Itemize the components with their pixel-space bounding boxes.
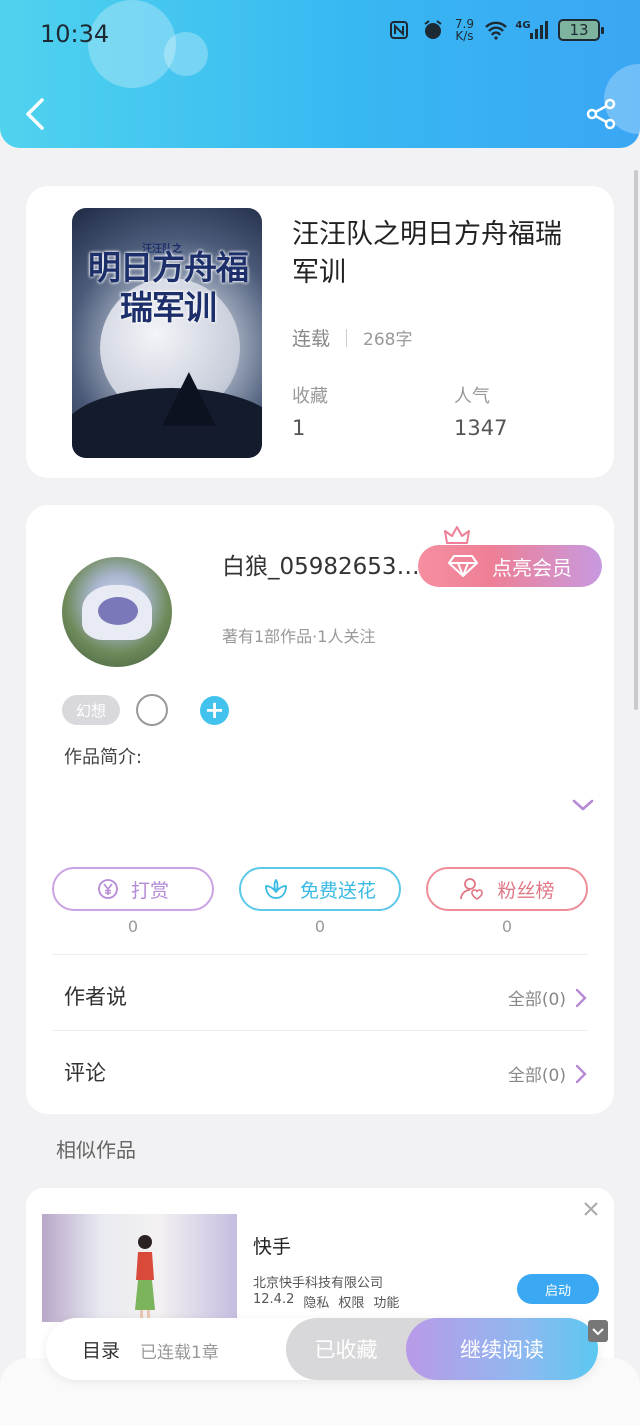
book-status: 连载 xyxy=(292,328,331,350)
share-button[interactable] xyxy=(586,98,618,130)
status-time: 10:34 xyxy=(40,20,110,48)
flower-icon xyxy=(265,879,287,899)
ad-permissions-link[interactable]: 权限 xyxy=(338,1292,364,1311)
network-speed-unit: K/s xyxy=(455,29,474,43)
diamond-icon xyxy=(448,555,478,577)
favorited-label: 已收藏 xyxy=(314,1338,378,1362)
author-name[interactable]: 白狼_059826533... xyxy=(222,547,422,581)
fan-ranking-label: 粉丝榜 xyxy=(497,879,555,902)
back-button[interactable] xyxy=(22,96,52,132)
vip-button-label: 点亮会员 xyxy=(492,555,572,580)
continue-reading-label: 继续阅读 xyxy=(460,1338,544,1362)
chevron-right-icon xyxy=(575,1064,587,1083)
send-flower-button[interactable]: 免费送花 xyxy=(239,867,401,911)
ad-company: 北京快手科技有限公司 xyxy=(253,1276,384,1291)
network-speed: 7.9 K/s xyxy=(455,18,474,42)
share-icon xyxy=(586,98,616,130)
ad-version: 12.4.2 xyxy=(253,1292,295,1307)
word-count: 268字 xyxy=(363,330,413,350)
comments-count: 全部(0) xyxy=(507,1066,566,1086)
wolf-silhouette-icon: ▲ xyxy=(162,352,216,434)
person-figure xyxy=(135,1235,155,1320)
chevron-down-icon xyxy=(592,1328,604,1336)
battery-level: 13 xyxy=(569,21,589,39)
favorites-label: 收藏 xyxy=(292,386,328,407)
tip-button[interactable]: 打赏 xyxy=(52,867,214,911)
add-tag-button[interactable]: + xyxy=(200,696,229,725)
book-title: 汪汪队之明日方舟福瑞军训 xyxy=(292,219,562,288)
author-avatar[interactable] xyxy=(62,557,172,667)
chevron-right-icon xyxy=(575,988,587,1007)
fan-count: 0 xyxy=(501,917,513,936)
crown-icon xyxy=(444,526,470,544)
favorites-value: 1 xyxy=(292,416,306,440)
divider xyxy=(52,954,588,955)
send-flower-label: 免费送花 xyxy=(299,879,376,902)
wifi-icon xyxy=(484,18,508,42)
signal-label: 4G xyxy=(515,19,531,31)
ad-image xyxy=(42,1214,237,1322)
bottom-action-bar: 目录 已连载1章 已收藏 继续阅读 xyxy=(46,1318,598,1380)
book-cover[interactable]: ▲ 汪汪队之 明日方舟福瑞军训 xyxy=(72,208,262,458)
ad-launch-button[interactable]: 启动 xyxy=(517,1274,599,1304)
nfc-icon xyxy=(387,18,411,42)
comments-label[interactable]: 评论 xyxy=(64,1057,106,1087)
popularity-value: 1347 xyxy=(454,416,508,440)
fan-ranking-button[interactable]: 粉丝榜 xyxy=(426,867,588,911)
ad-privacy-link[interactable]: 隐私 xyxy=(303,1292,329,1311)
page-scrollbar[interactable] xyxy=(634,170,638,710)
tip-count: 0 xyxy=(127,917,139,936)
avatar-figure-detail xyxy=(98,597,138,625)
chapter-status: 已连载1章 xyxy=(140,1343,219,1363)
tag-circle[interactable] xyxy=(136,694,168,726)
status-icons: 7.9 K/s 4G 13 xyxy=(387,18,604,42)
ad-title: 快手 xyxy=(253,1236,292,1258)
vip-button[interactable]: 点亮会员 xyxy=(418,545,602,587)
similar-works-heading: 相似作品 xyxy=(56,1138,136,1162)
ad-meta: 12.4.2 隐私 权限 功能 xyxy=(253,1292,399,1311)
tip-label: 打赏 xyxy=(130,879,169,902)
comments-all[interactable]: 全部(0) xyxy=(508,1061,588,1086)
fan-user-icon xyxy=(460,878,484,900)
author-works: 著有1部作品·1人关注 xyxy=(222,627,376,646)
toc-button[interactable]: 目录 xyxy=(82,1336,120,1363)
intro-label: 作品简介: xyxy=(64,747,143,768)
author-says-all[interactable]: 全部(0) xyxy=(508,985,588,1010)
cover-title: 明日方舟福瑞军训 xyxy=(88,248,249,327)
cellular-signal-icon: 4G xyxy=(515,18,548,42)
author-says-count: 全部(0) xyxy=(507,990,566,1010)
genre-tag[interactable]: 幻想 xyxy=(62,695,120,725)
continue-reading-button[interactable]: 继续阅读 xyxy=(406,1318,598,1380)
meta-separator xyxy=(346,328,348,347)
author-card: 白狼_059826533... 著有1部作品·1人关注 点亮会员 幻想 + 作品… xyxy=(26,505,614,1114)
close-icon[interactable] xyxy=(582,1200,600,1218)
book-info-card: ▲ 汪汪队之 明日方舟福瑞军训 汪汪队之明日方舟福瑞军训 连载 268字 收藏 … xyxy=(26,186,614,478)
divider xyxy=(52,1030,588,1031)
alarm-icon xyxy=(421,18,445,42)
scroll-indicator[interactable] xyxy=(588,1320,608,1342)
author-says-label[interactable]: 作者说 xyxy=(64,981,127,1011)
chevron-down-icon[interactable] xyxy=(570,795,596,815)
flower-count: 0 xyxy=(314,917,326,936)
header: 10:34 7.9 K/s 4G 13 xyxy=(0,0,640,148)
bubble-decoration xyxy=(164,32,208,76)
popularity-label: 人气 xyxy=(454,386,490,407)
ad-features-link[interactable]: 功能 xyxy=(373,1292,399,1311)
book-meta: 连载 268字 xyxy=(292,324,412,351)
yen-coin-icon xyxy=(98,879,118,899)
battery-indicator: 13 xyxy=(558,19,604,41)
